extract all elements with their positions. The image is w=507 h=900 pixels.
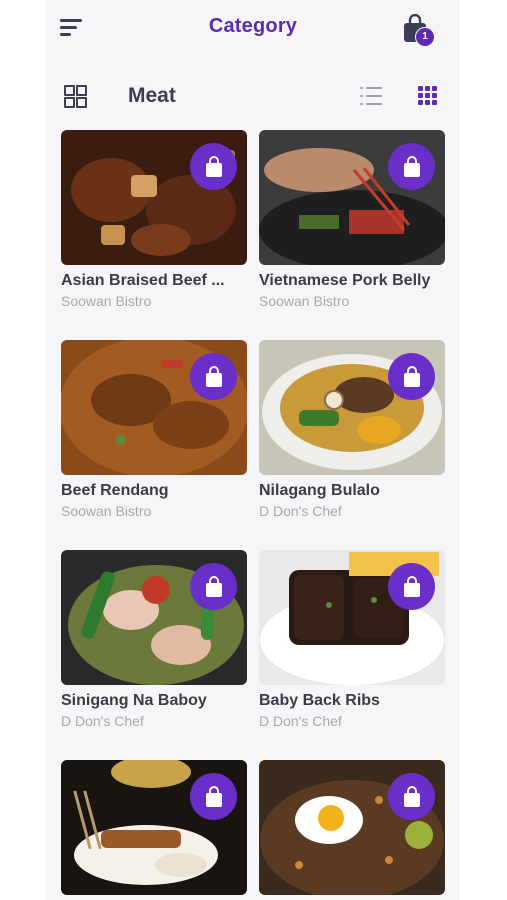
add-to-bag-button[interactable] (190, 353, 237, 400)
product-image (61, 340, 247, 475)
shopping-bag-icon (205, 575, 222, 597)
product-card[interactable]: Nilagang Bulalo D Don's Chef (259, 340, 445, 519)
shopping-bag-icon (403, 785, 420, 807)
product-shop: D Don's Chef (61, 713, 144, 729)
page-title: Category (208, 15, 298, 37)
cart-count-badge: 1 (415, 27, 435, 47)
product-shop: Soowan Bistro (61, 503, 152, 519)
add-to-bag-button[interactable] (388, 563, 435, 610)
product-card[interactable]: Asian Braised Beef ... Soowan Bistro (61, 130, 247, 309)
add-to-bag-button[interactable] (388, 353, 435, 400)
product-shop: Soowan Bistro (61, 293, 152, 309)
product-image (259, 130, 445, 265)
product-image (259, 550, 445, 685)
cart-button[interactable]: 1 (402, 13, 436, 47)
shopping-bag-icon (205, 365, 222, 387)
product-card[interactable]: Baby Back Ribs D Don's Chef (259, 550, 445, 729)
add-to-bag-button[interactable] (388, 773, 435, 820)
product-card[interactable]: Vietnamese Pork Belly Soowan Bistro (259, 130, 445, 309)
shopping-bag-icon (403, 575, 420, 597)
product-name: Asian Braised Beef ... (61, 272, 225, 289)
product-image (259, 340, 445, 475)
add-to-bag-button[interactable] (190, 143, 237, 190)
product-shop: D Don's Chef (259, 713, 342, 729)
add-to-bag-button[interactable] (190, 563, 237, 610)
product-name: Vietnamese Pork Belly (259, 272, 431, 289)
product-name: Baby Back Ribs (259, 692, 380, 709)
category-name: Meat (128, 84, 176, 107)
add-to-bag-button[interactable] (190, 773, 237, 820)
product-card[interactable] (61, 760, 247, 900)
product-shop: Soowan Bistro (259, 293, 350, 309)
product-name: Beef Rendang (61, 482, 169, 499)
product-image (61, 550, 247, 685)
product-image (61, 130, 247, 265)
product-card[interactable]: Beef Rendang Soowan Bistro (61, 340, 247, 519)
shopping-bag-icon (403, 155, 420, 177)
grid-category-icon (64, 85, 87, 108)
product-shop: D Don's Chef (259, 503, 342, 519)
shopping-bag-icon (403, 365, 420, 387)
product-name: Sinigang Na Baboy (61, 692, 207, 709)
grid-view-button[interactable] (418, 86, 438, 106)
product-image (259, 760, 445, 895)
product-name: Nilagang Bulalo (259, 482, 380, 499)
product-card[interactable]: Sinigang Na Baboy D Don's Chef (61, 550, 247, 729)
product-image (61, 760, 247, 895)
app-screen: Category 1 Meat Asian Braised Beef ... S… (46, 0, 460, 900)
shopping-bag-icon (205, 155, 222, 177)
list-view-button[interactable] (360, 87, 382, 105)
product-card[interactable] (259, 760, 445, 900)
add-to-bag-button[interactable] (388, 143, 435, 190)
shopping-bag-icon (205, 785, 222, 807)
